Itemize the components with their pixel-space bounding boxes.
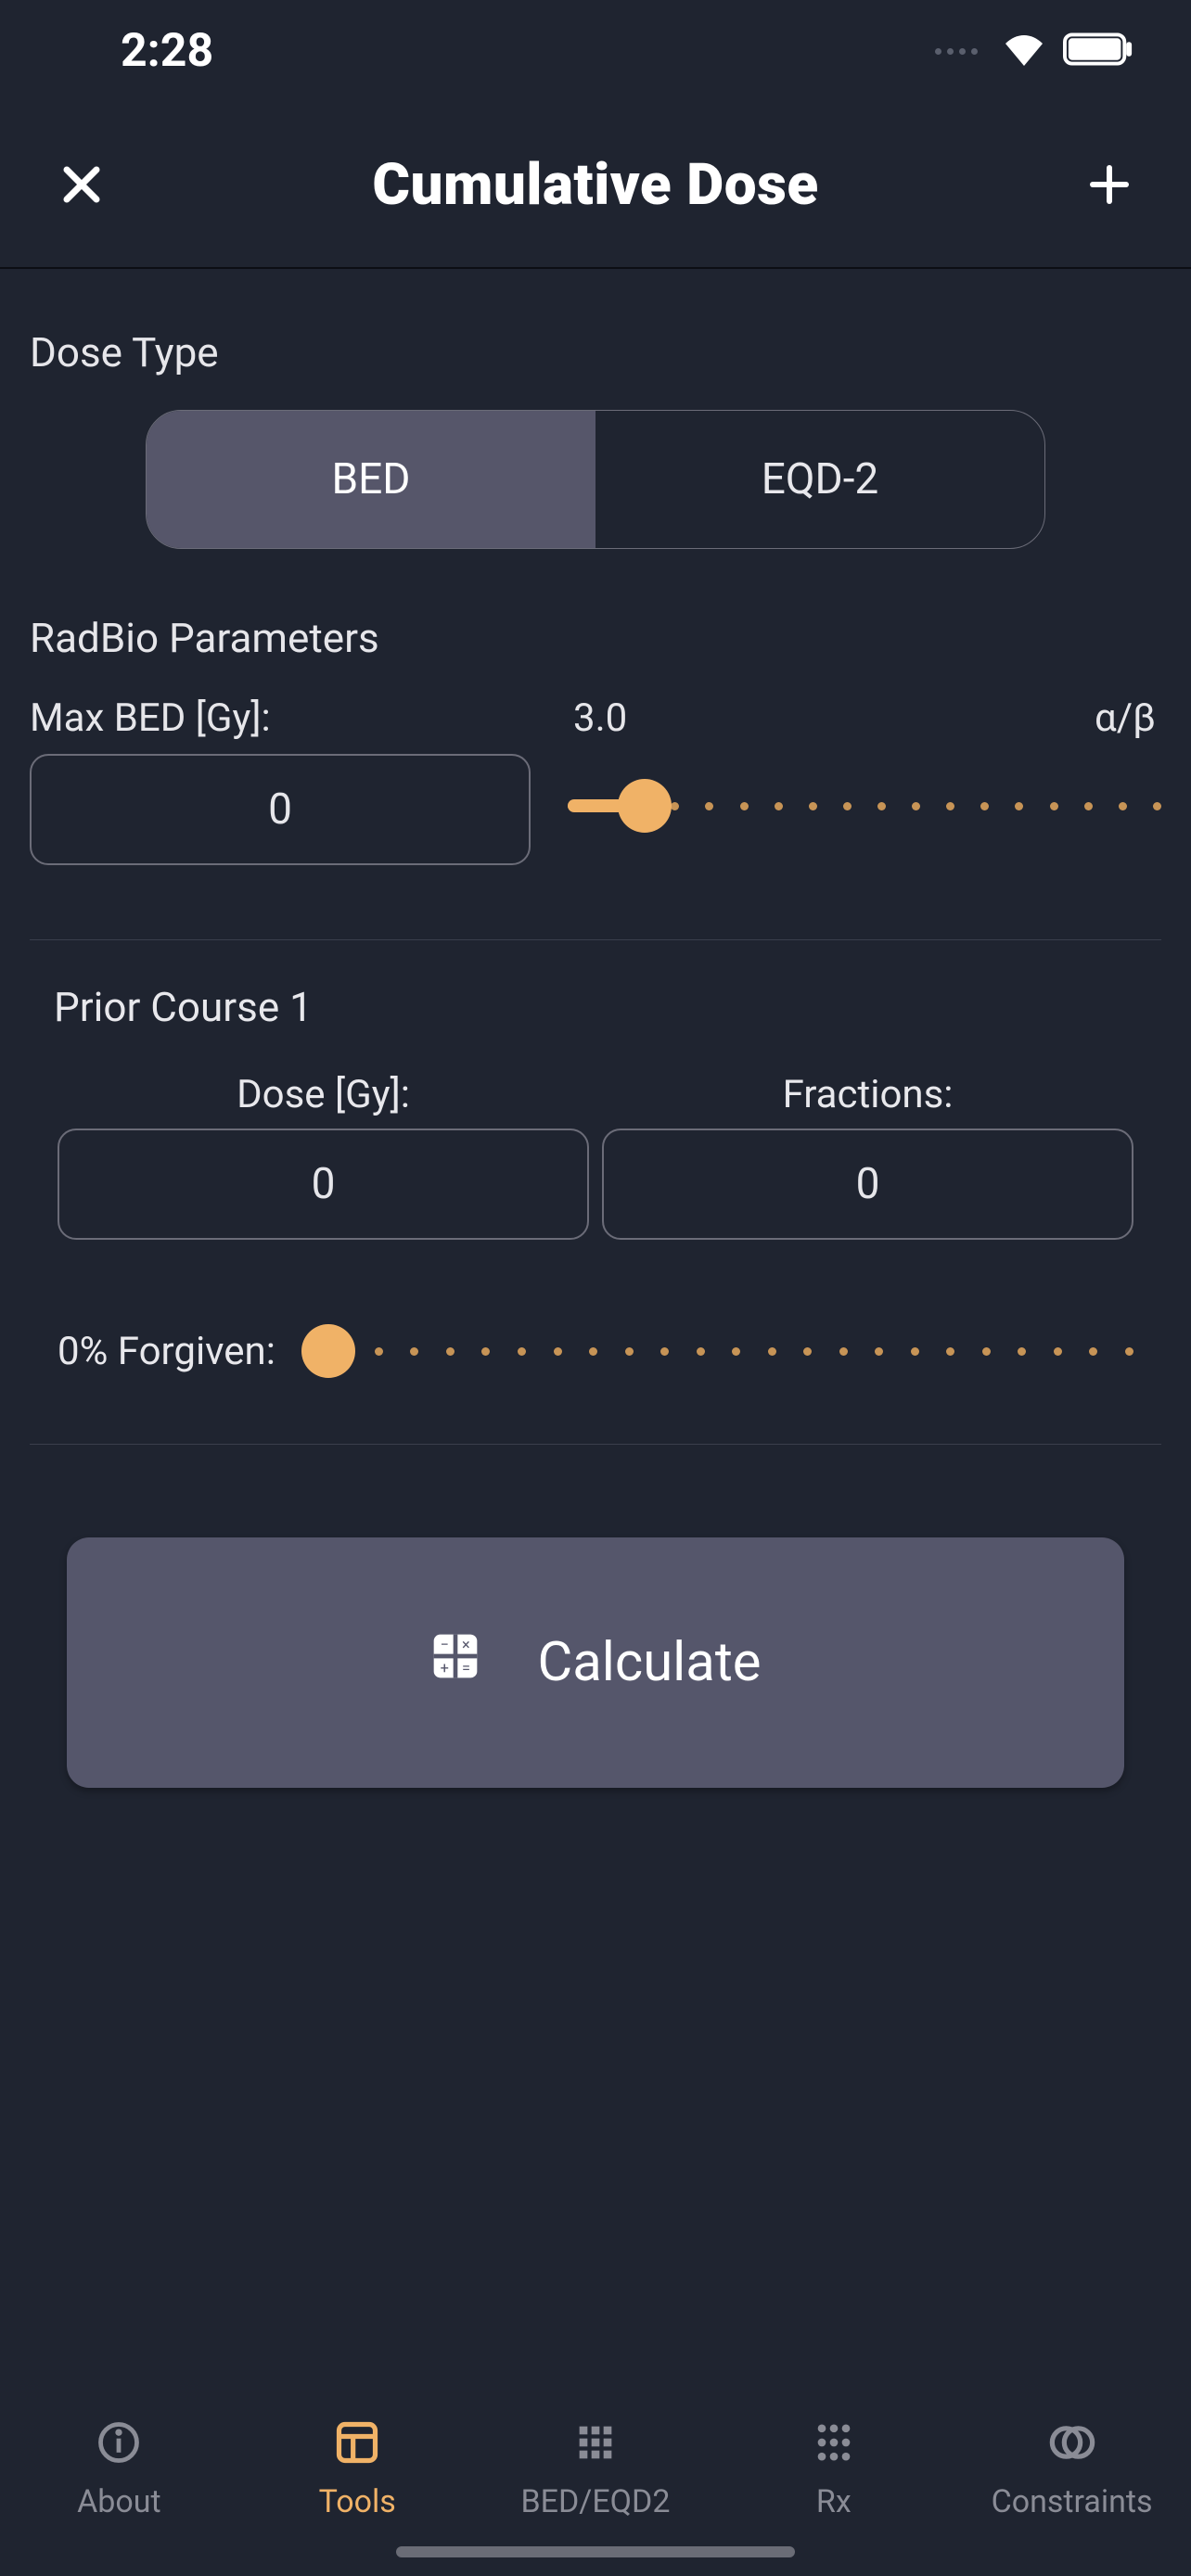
tab-constraints[interactable]: Constraints [953, 2353, 1191, 2520]
tab-rx[interactable]: Rx [714, 2353, 953, 2520]
tab-tools[interactable]: Tools [238, 2353, 477, 2520]
wifi-icon [1002, 32, 1046, 70]
tab-label: Rx [816, 2483, 852, 2520]
dose-label: Dose [Gy]: [237, 1072, 410, 1117]
layout-icon [333, 2418, 381, 2470]
max-bed-input[interactable]: 0 [30, 754, 531, 865]
home-indicator [396, 2546, 795, 2557]
header: Cumulative Dose [0, 102, 1191, 269]
grid-icon [571, 2418, 620, 2470]
segment-bed[interactable]: BED [147, 411, 596, 548]
divider [30, 1444, 1161, 1445]
status-right [935, 32, 1135, 70]
calculate-button[interactable]: − × + = Calculate [67, 1537, 1124, 1788]
svg-text:=: = [462, 1659, 470, 1677]
tab-bar: About Tools BED/EQD2 Rx [0, 2353, 1191, 2576]
tab-about[interactable]: About [0, 2353, 238, 2520]
dose-type-label: Dose Type [30, 328, 1161, 376]
forgiven-slider[interactable] [303, 1323, 1133, 1379]
svg-text:×: × [462, 1636, 470, 1653]
course-title: Prior Course 1 [54, 983, 1161, 1031]
segment-eqd2[interactable]: EQD-2 [596, 411, 1044, 548]
battery-icon [1063, 32, 1135, 70]
status-bar: 2:28 [0, 0, 1191, 102]
overlap-circles-icon [1048, 2418, 1096, 2470]
ab-slider[interactable] [568, 778, 1161, 834]
max-bed-label: Max BED [Gy]: [30, 695, 531, 741]
dots-grid-icon [810, 2418, 858, 2470]
calculate-label: Calculate [537, 1631, 761, 1694]
page-title: Cumulative Dose [372, 151, 818, 219]
add-button[interactable] [1082, 157, 1137, 212]
fractions-label: Fractions: [783, 1072, 954, 1117]
status-time: 2:28 [121, 24, 213, 78]
tab-label: BED/EQD2 [520, 2483, 670, 2520]
info-icon [95, 2418, 143, 2470]
prior-course-1: Prior Course 1 Dose [Gy]: 0 Fractions: 0… [30, 940, 1161, 1445]
content: Dose Type BED EQD-2 RadBio Parameters Ma… [0, 269, 1191, 1788]
svg-text:+: + [441, 1659, 449, 1677]
tab-bed-eqd2[interactable]: BED/EQD2 [477, 2353, 715, 2520]
forgiven-label: 0% Forgiven: [58, 1329, 275, 1374]
tab-label: Tools [319, 2483, 396, 2520]
tab-label: Constraints [992, 2483, 1153, 2520]
radbio-row: Max BED [Gy]: 0 3.0 α/β [30, 695, 1161, 865]
ab-value: 3.0 [573, 695, 627, 741]
dose-input[interactable]: 0 [58, 1129, 589, 1240]
svg-text:−: − [441, 1636, 449, 1653]
tab-label: About [77, 2483, 161, 2520]
calculate-icon: − × + = [429, 1630, 481, 1696]
ab-label: α/β [1095, 695, 1156, 741]
radbio-label: RadBio Parameters [30, 614, 1161, 662]
fractions-input[interactable]: 0 [602, 1129, 1133, 1240]
dose-type-segmented: BED EQD-2 [146, 410, 1045, 549]
close-button[interactable] [54, 157, 109, 212]
cellular-dots-icon [935, 48, 978, 55]
